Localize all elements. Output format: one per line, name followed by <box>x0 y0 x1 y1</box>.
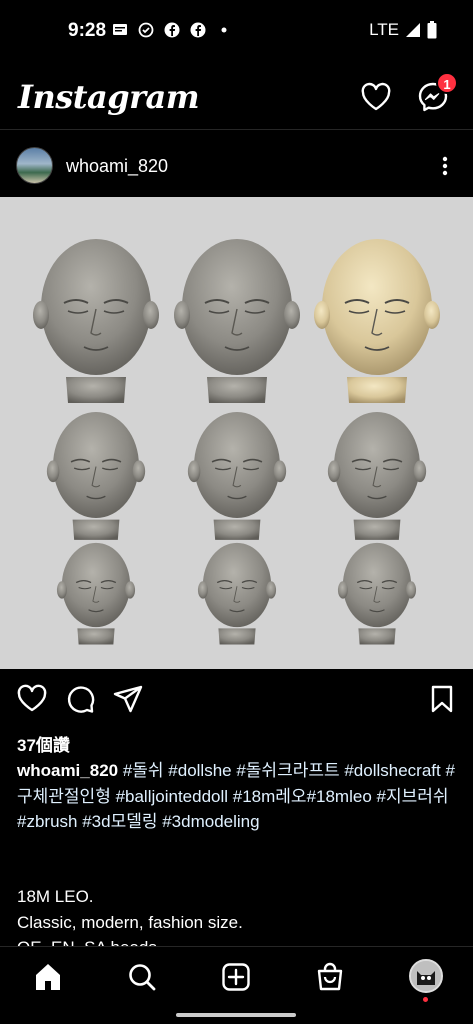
caption-line: Classic, modern, fashion size. <box>17 912 243 932</box>
save-bookmark-icon[interactable] <box>426 683 458 715</box>
facebook-icon <box>190 22 206 38</box>
messages-badge: 1 <box>436 72 458 94</box>
doll-head-7 <box>56 542 136 645</box>
sms-icon <box>113 24 127 35</box>
like-heart-icon[interactable] <box>16 683 48 715</box>
search-icon[interactable] <box>126 961 158 993</box>
doll-head-9 <box>337 542 417 645</box>
doll-head-5 <box>187 411 287 540</box>
instagram-logo[interactable]: Instagram <box>18 78 200 116</box>
doll-head-3 <box>314 239 440 403</box>
home-indicator[interactable] <box>176 1013 296 1017</box>
post-author-username[interactable]: whoami_820 <box>66 156 168 177</box>
doll-head-1 <box>33 239 159 403</box>
shop-bag-icon[interactable] <box>314 961 346 993</box>
post-caption: whoami_820 #돌쉬 #dollshe #돌쉬크라프트 #dollshe… <box>17 758 457 835</box>
check-circle-icon <box>138 22 154 38</box>
status-time: 9:28 <box>68 20 107 41</box>
doll-head-6 <box>327 411 427 540</box>
post-action-bar <box>0 675 473 723</box>
share-send-icon[interactable] <box>112 683 144 715</box>
likes-count[interactable]: 37個讚 <box>17 731 70 756</box>
app-header: Instagram <box>0 64 473 130</box>
post-author-avatar[interactable] <box>16 147 53 184</box>
doll-heads-render <box>33 239 440 645</box>
status-right: LTE <box>369 20 437 40</box>
profile-avatar[interactable] <box>409 959 443 993</box>
caption-line: 18M LEO. <box>17 887 94 906</box>
doll-head-4 <box>46 411 146 540</box>
status-bar: 9:28 LTE <box>0 0 473 64</box>
bottom-nav <box>0 946 473 1024</box>
status-notification-icons <box>112 22 232 38</box>
cat-avatar-icon <box>411 961 441 991</box>
post-header: whoami_820 <box>0 131 473 197</box>
caption-username[interactable]: whoami_820 <box>17 761 118 780</box>
facebook-icon <box>164 22 180 38</box>
home-icon[interactable] <box>32 961 64 993</box>
more-options-icon[interactable] <box>430 153 460 179</box>
comment-icon[interactable] <box>64 683 96 715</box>
doll-head-2 <box>174 239 300 403</box>
activity-heart-icon[interactable] <box>359 80 393 114</box>
dot-icon <box>221 27 227 33</box>
create-post-icon[interactable] <box>220 961 252 993</box>
network-label: LTE <box>369 20 399 39</box>
post-image[interactable] <box>0 197 473 669</box>
doll-head-8 <box>197 542 277 645</box>
profile-notification-dot <box>423 997 428 1002</box>
battery-icon <box>427 21 437 39</box>
signal-icon <box>406 23 420 37</box>
